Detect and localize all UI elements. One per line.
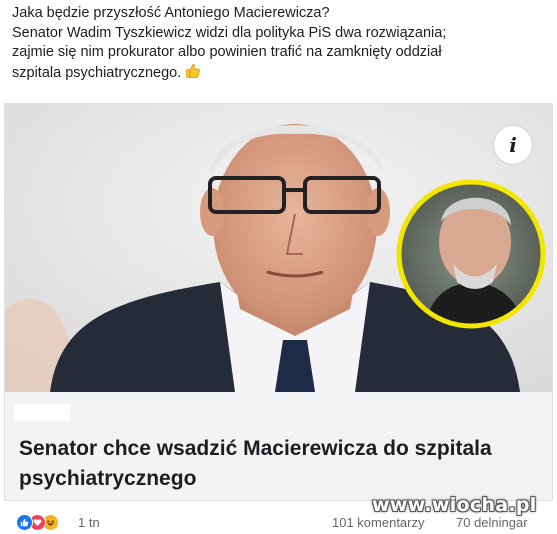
thumbs-up-emoji-icon xyxy=(186,63,201,78)
post-text-line-last: szpitala psychiatrycznego. xyxy=(12,64,182,81)
article-photo[interactable]: i xyxy=(5,104,552,392)
shares-count[interactable]: 70 delningar xyxy=(456,515,528,530)
reactions-summary[interactable] xyxy=(16,513,59,531)
reactions-count[interactable]: 1 tn xyxy=(78,515,100,530)
watermark: www.wiocha.pl xyxy=(372,494,537,516)
card-footer[interactable]: Senator chce wsadzić Macierewicza do szp… xyxy=(5,392,552,500)
post-text: Jaka będzie przyszłość Antoniego Maciere… xyxy=(12,4,547,83)
article-photo-image xyxy=(5,104,552,392)
info-button[interactable]: i xyxy=(493,125,533,165)
link-preview-card[interactable]: i Senator chce wsadzić Macierewicza do s… xyxy=(4,103,553,501)
comments-count[interactable]: 101 komentarzy xyxy=(332,515,425,530)
article-headline[interactable]: Senator chce wsadzić Macierewicza do szp… xyxy=(19,434,539,494)
post-text-line: Jaka będzie przyszłość Antoniego Maciere… xyxy=(12,5,330,21)
post-text-line: szpitala psychiatrycznego. xyxy=(12,63,547,84)
post-text-line: zajmie się nim prokurator albo powinien … xyxy=(12,44,442,60)
post-text-line: Senator Wadim Tyszkiewicz widzi dla poli… xyxy=(12,24,447,41)
like-icon xyxy=(16,513,33,531)
redacted-domain xyxy=(14,404,70,421)
